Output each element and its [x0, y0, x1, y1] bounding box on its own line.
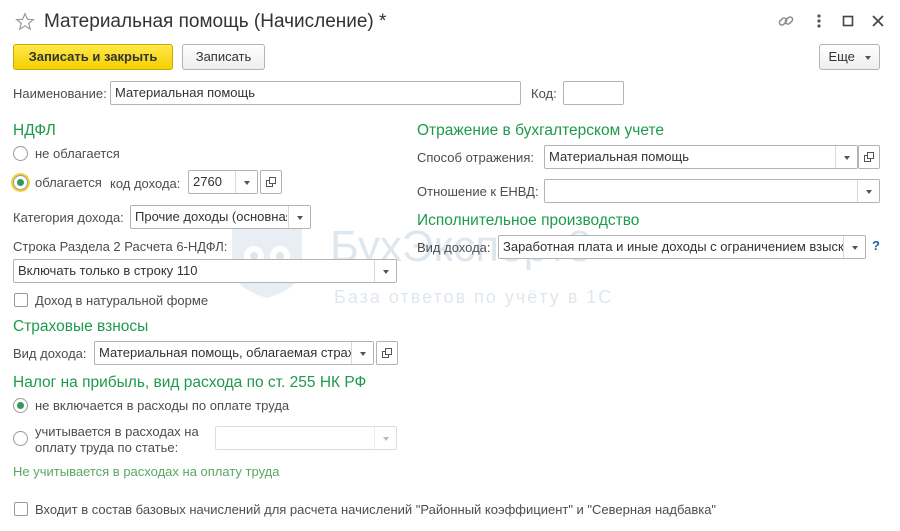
chevron-down-icon: [864, 55, 871, 60]
close-icon[interactable]: [870, 13, 886, 29]
insurance-income-type-value: Материальная помощь, облагаемая страх: [99, 345, 351, 360]
profit-tax-heading: Налог на прибыль, вид расхода по ст. 255…: [13, 374, 367, 391]
profit-tax-option2-line2[interactable]: оплату труда по статье:: [35, 440, 178, 456]
row-6ndfl-dropdown-icon[interactable]: [374, 260, 396, 282]
code-label: Код:: [531, 86, 557, 101]
ndfl-taxed-radio[interactable]: [13, 175, 28, 190]
in-kind-income-checkbox[interactable]: [14, 293, 28, 307]
ndfl-not-taxed-radio[interactable]: [13, 146, 28, 161]
income-code-value: 2760: [193, 174, 222, 189]
maximize-icon[interactable]: [840, 13, 856, 29]
insurance-income-type-field[interactable]: Материальная помощь, облагаемая страх: [94, 341, 374, 365]
enforcement-income-type-field[interactable]: Заработная плата и иные доходы с огранич…: [498, 235, 866, 259]
envd-field[interactable]: [544, 179, 880, 203]
accounting-method-label: Способ отражения:: [417, 150, 534, 165]
row-6ndfl-field[interactable]: Включать только в строку 110: [13, 259, 397, 283]
save-and-close-button[interactable]: Записать и закрыть: [13, 44, 173, 70]
enforcement-heading: Исполнительное производство: [417, 212, 640, 229]
envd-label: Отношение к ЕНВД:: [417, 184, 539, 199]
ndfl-heading: НДФЛ: [13, 122, 56, 139]
window-title: Материальная помощь (Начисление) *: [44, 11, 387, 32]
profit-tax-article-field: [215, 426, 397, 450]
enforcement-income-type-dropdown-icon[interactable]: [843, 236, 865, 258]
help-icon[interactable]: ?: [872, 238, 880, 254]
ndfl-taxed-label[interactable]: облагается: [35, 175, 102, 191]
favorite-star-icon[interactable]: [15, 12, 35, 32]
row-6ndfl-label: Строка Раздела 2 Расчета 6-НДФЛ:: [13, 239, 228, 254]
link-icon[interactable]: [776, 11, 796, 31]
income-category-dropdown-icon[interactable]: [288, 206, 310, 228]
accounting-method-open-button[interactable]: [858, 145, 880, 169]
code-field[interactable]: [563, 81, 624, 105]
income-category-value: Прочие доходы (основная: [135, 209, 287, 224]
envd-dropdown-icon[interactable]: [857, 180, 879, 202]
base-accruals-checkbox[interactable]: [14, 502, 28, 516]
accounting-method-field[interactable]: Материальная помощь: [544, 145, 858, 169]
more-vertical-icon[interactable]: [812, 11, 826, 31]
insurance-income-type-dropdown-icon[interactable]: [351, 342, 373, 364]
more-button-label: Еще: [828, 49, 855, 64]
row-6ndfl-value: Включать только в строку 110: [18, 263, 198, 278]
in-kind-income-label[interactable]: Доход в натуральной форме: [35, 293, 208, 309]
ndfl-not-taxed-label[interactable]: не облагается: [35, 146, 120, 162]
name-label: Наименование:: [13, 86, 107, 101]
profit-tax-article-dropdown-icon: [374, 427, 396, 449]
watermark-subtitle: База ответов по учёту в 1С: [334, 287, 614, 307]
income-code-dropdown-icon[interactable]: [235, 171, 257, 193]
insurance-income-type-open-button[interactable]: [376, 341, 398, 365]
accounting-method-value: Материальная помощь: [549, 149, 690, 164]
base-accruals-label[interactable]: Входит в состав базовых начислений для р…: [35, 502, 716, 518]
enforcement-income-type-label: Вид дохода:: [417, 240, 491, 255]
profit-tax-option1-label[interactable]: не включается в расходы по оплате труда: [35, 398, 289, 414]
name-field[interactable]: Материальная помощь: [110, 81, 521, 105]
name-value: Материальная помощь: [115, 85, 256, 100]
insurance-heading: Страховые взносы: [13, 318, 149, 335]
income-code-open-button[interactable]: [260, 170, 282, 194]
more-button[interactable]: Еще: [819, 44, 880, 70]
enforcement-income-type-value: Заработная плата и иные доходы с огранич…: [503, 239, 843, 254]
income-category-field[interactable]: Прочие доходы (основная: [130, 205, 311, 229]
income-category-label: Категория дохода:: [13, 210, 124, 225]
save-button[interactable]: Записать: [182, 44, 265, 70]
profit-tax-hint: Не учитывается в расходах на оплату труд…: [13, 464, 280, 479]
accounting-heading: Отражение в бухгалтерском учете: [417, 122, 665, 139]
profit-tax-option2-line1[interactable]: учитывается в расходах на: [35, 424, 199, 440]
income-code-label: код дохода:: [110, 176, 181, 191]
insurance-income-type-label: Вид дохода:: [13, 346, 87, 361]
income-code-field[interactable]: 2760: [188, 170, 258, 194]
profit-tax-option1-radio[interactable]: [13, 398, 28, 413]
accounting-method-dropdown-icon[interactable]: [835, 146, 857, 168]
profit-tax-option2-radio[interactable]: [13, 431, 28, 446]
